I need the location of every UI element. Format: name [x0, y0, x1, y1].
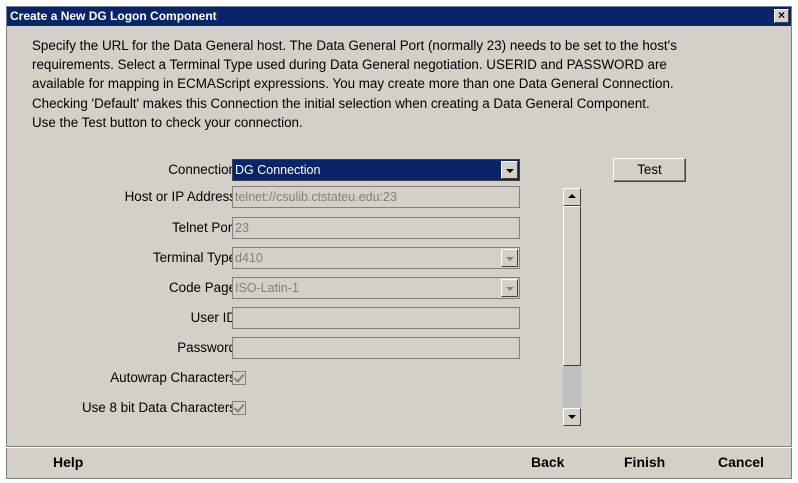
connection-value: DG Connection — [235, 163, 321, 177]
scroll-up-icon[interactable] — [563, 188, 581, 206]
terminal-type-select[interactable]: d410 — [232, 247, 520, 269]
vertical-scrollbar[interactable] — [563, 188, 581, 426]
chevron-down-icon[interactable] — [501, 249, 518, 267]
code-page-select[interactable]: ISO-Latin-1 — [232, 277, 520, 299]
chevron-down-icon[interactable] — [501, 279, 518, 297]
user-id-label: User ID — [190, 310, 236, 325]
password-label: Password — [177, 340, 236, 355]
back-button[interactable]: Back — [531, 454, 564, 470]
terminal-type-label: Terminal Type — [152, 250, 236, 265]
connection-select[interactable]: DG Connection — [232, 159, 520, 181]
terminal-type-value: d410 — [235, 251, 263, 265]
title-bar: Create a New DG Logon Component × — [7, 7, 791, 26]
help-button[interactable]: Help — [53, 454, 83, 470]
host-label: Host or IP Address — [124, 189, 236, 204]
bottom-divider — [6, 446, 792, 448]
instructions-text: Specify the URL for the Data General hos… — [32, 38, 677, 130]
eight-bit-label: Use 8 bit Data Characters — [81, 400, 236, 415]
eight-bit-checkbox[interactable] — [232, 401, 246, 415]
port-input[interactable]: 23 — [232, 217, 520, 239]
password-input[interactable] — [232, 337, 520, 359]
code-page-value: ISO-Latin-1 — [235, 281, 299, 295]
autowrap-checkbox[interactable] — [232, 371, 246, 385]
scroll-track[interactable] — [563, 366, 581, 408]
close-icon: × — [777, 8, 785, 22]
cancel-button[interactable]: Cancel — [718, 454, 764, 470]
close-button[interactable]: × — [774, 9, 789, 23]
connection-label: Connection — [168, 162, 236, 177]
scroll-down-icon[interactable] — [563, 408, 581, 426]
user-id-input[interactable] — [232, 307, 520, 329]
test-button[interactable]: Test — [613, 158, 686, 182]
code-page-label: Code Page — [168, 280, 236, 295]
scroll-thumb[interactable] — [563, 206, 581, 366]
window-title: Create a New DG Logon Component — [10, 9, 217, 23]
finish-button[interactable]: Finish — [624, 454, 665, 470]
host-input[interactable]: telnet://csulib.ctstateu.edu:23 — [232, 186, 520, 208]
chevron-down-icon[interactable] — [501, 161, 518, 179]
autowrap-label: Autowrap Characters — [110, 370, 236, 385]
port-label: Telnet Port — [171, 220, 236, 235]
